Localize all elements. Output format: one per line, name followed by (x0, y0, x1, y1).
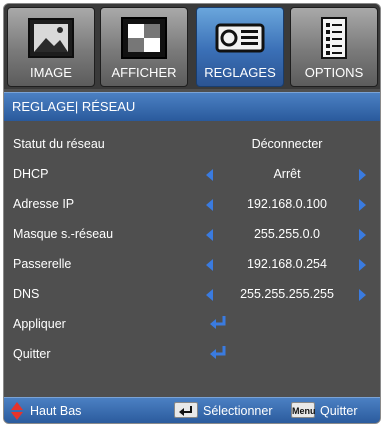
enter-icon[interactable] (209, 344, 229, 362)
footer-select-label: Sélectionner (203, 404, 273, 418)
row-label: Statut du réseau (13, 137, 105, 151)
right-arrow-icon[interactable] (359, 229, 366, 241)
row-subnet-mask[interactable]: Masque s.-réseau 255.255.0.0 (4, 219, 380, 249)
tab-bar: IMAGE AFFICHER REGLAGES OPTIONS (4, 4, 380, 89)
tab-afficher[interactable]: AFFICHER (100, 7, 188, 87)
section-title: REGLAGE| RÉSEAU (12, 99, 136, 114)
footer-hint-bar: Haut Bas Sélectionner Menu Quitter (4, 397, 380, 423)
row-value: 255.255.255.255 (240, 287, 334, 301)
row-dns[interactable]: DNS 255.255.255.255 (4, 279, 380, 309)
right-arrow-icon[interactable] (359, 199, 366, 211)
row-value: 192.168.0.100 (247, 197, 327, 211)
left-arrow-icon[interactable] (206, 259, 213, 271)
left-arrow-icon[interactable] (206, 229, 213, 241)
up-down-arrows-icon (11, 402, 23, 420)
row-gateway[interactable]: Passerelle 192.168.0.254 (4, 249, 380, 279)
row-value: Arrêt (273, 167, 301, 181)
projector-icon (215, 23, 265, 53)
row-label: DNS (13, 287, 40, 301)
right-arrow-icon[interactable] (359, 259, 366, 271)
row-ip-address[interactable]: Adresse IP 192.168.0.100 (4, 189, 380, 219)
tab-reglages[interactable]: REGLAGES (196, 7, 284, 87)
osd-menu: IMAGE AFFICHER REGLAGES OPTIONS REGLAGE|… (3, 3, 381, 424)
tab-options-label: OPTIONS (304, 65, 364, 80)
row-network-status[interactable]: Statut du réseau Déconnecter (4, 129, 380, 159)
row-dhcp[interactable]: DHCP Arrêt (4, 159, 380, 189)
image-picture-icon (28, 18, 74, 58)
row-exit[interactable]: Quitter (4, 339, 380, 369)
row-apply[interactable]: Appliquer (4, 309, 380, 339)
tab-afficher-label: AFFICHER (111, 65, 177, 80)
row-label: Quitter (13, 347, 51, 361)
footer-exit-label: Quitter (320, 404, 358, 418)
enter-key-icon (174, 402, 198, 418)
row-label: Adresse IP (13, 197, 75, 211)
right-arrow-icon[interactable] (359, 289, 366, 301)
tab-options[interactable]: OPTIONS (290, 7, 378, 87)
left-arrow-icon[interactable] (206, 289, 213, 301)
tab-reglages-label: REGLAGES (204, 65, 276, 80)
right-arrow-icon[interactable] (359, 169, 366, 181)
row-value: Déconnecter (251, 137, 323, 151)
left-arrow-icon[interactable] (206, 169, 213, 181)
options-document-icon (321, 17, 347, 59)
row-label: Masque s.-réseau (13, 227, 114, 241)
row-label: DHCP (13, 167, 49, 181)
row-label: Appliquer (13, 317, 66, 331)
row-value: 255.255.0.0 (253, 227, 321, 241)
tab-image[interactable]: IMAGE (7, 7, 95, 87)
tab-image-label: IMAGE (30, 65, 72, 80)
row-value: 192.168.0.254 (247, 257, 327, 271)
row-label: Passerelle (13, 257, 72, 271)
enter-icon[interactable] (209, 314, 229, 332)
footer-nav-label: Haut Bas (30, 404, 82, 418)
menu-key-icon: Menu (291, 402, 316, 418)
section-title-bar: REGLAGE| RÉSEAU (4, 92, 380, 121)
display-screen-icon (121, 17, 167, 59)
left-arrow-icon[interactable] (206, 199, 213, 211)
